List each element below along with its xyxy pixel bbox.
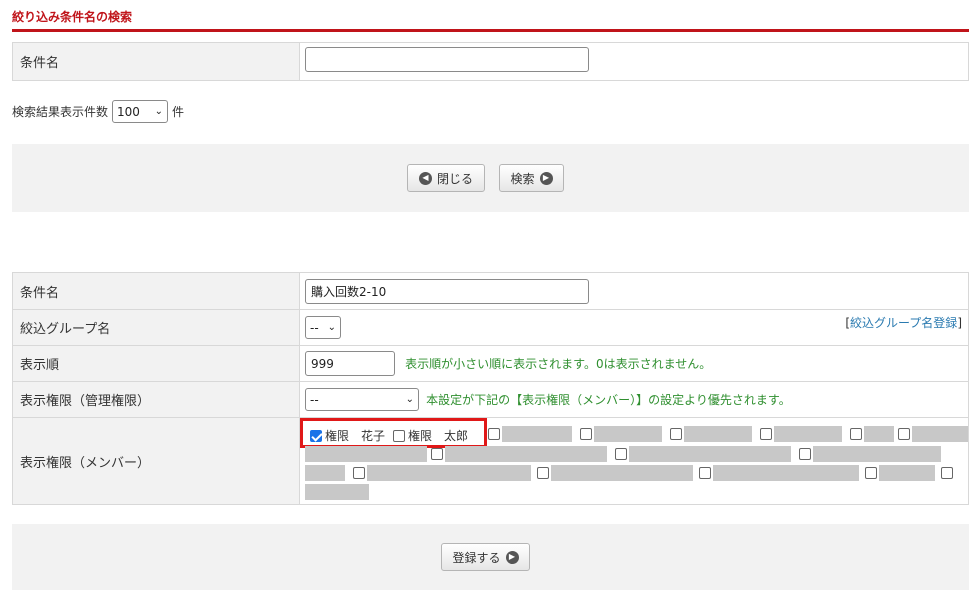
- member-checkbox[interactable]: [580, 428, 592, 440]
- redacted-name: [367, 465, 531, 481]
- redacted-name: [912, 426, 968, 442]
- group-register-link[interactable]: 絞込グループ名登録: [850, 316, 957, 330]
- display-order-hint: 表示順が小さい順に表示されます。0は表示されません。: [405, 356, 712, 371]
- member-checkbox[interactable]: [488, 428, 500, 440]
- member-permission-label: 表示権限（メンバー）: [12, 417, 300, 505]
- search-button[interactable]: 検索 ▶: [499, 164, 564, 192]
- arrow-right-icon: ▶: [539, 171, 553, 185]
- result-count-label: 検索結果表示件数: [12, 105, 109, 119]
- admin-permission-value: --: [310, 392, 319, 407]
- result-count-select[interactable]: 100 ⌄: [112, 100, 169, 123]
- member-checkbox[interactable]: [353, 467, 365, 479]
- member-checkbox[interactable]: [670, 428, 682, 440]
- redacted-name: [305, 446, 427, 462]
- admin-permission-select[interactable]: -- ⌄: [305, 388, 419, 411]
- redacted-members-row-3: [305, 465, 953, 481]
- group-name-label: 絞込グループ名: [12, 309, 300, 346]
- arrow-right-icon: ▶: [505, 550, 519, 564]
- member-checkbox[interactable]: [431, 448, 443, 460]
- redacted-name: [713, 465, 859, 481]
- member-checkbox[interactable]: [799, 448, 811, 460]
- chevron-down-icon: ⌄: [327, 322, 336, 333]
- redacted-name: [864, 426, 894, 442]
- search-form-table: 条件名: [12, 42, 969, 81]
- admin-permission-label: 表示権限（管理権限）: [12, 381, 300, 418]
- register-button-bar: 登録する ▶: [12, 524, 969, 590]
- member-checkbox[interactable]: [898, 428, 910, 440]
- member-checkbox[interactable]: [760, 428, 772, 440]
- redacted-members-row-2: [305, 446, 941, 462]
- member-checkbox[interactable]: [699, 467, 711, 479]
- redacted-members-row-4: [305, 484, 369, 500]
- bracket-close: ]: [957, 316, 962, 330]
- admin-permission-hint: 本設定が下記の【表示権限（メンバー）】の設定より優先されます。: [426, 392, 791, 407]
- search-button-bar: ◀ 閉じる 検索 ▶: [12, 144, 969, 212]
- redacted-name: [551, 465, 693, 481]
- redacted-name: [629, 446, 791, 462]
- result-count-value: 100: [117, 104, 140, 119]
- member-checkbox-taro[interactable]: [393, 429, 406, 442]
- member-checkbox-hanako[interactable]: [310, 429, 322, 442]
- group-select-value: --: [310, 320, 319, 335]
- search-button-label: 検索: [510, 171, 535, 186]
- result-count-row: 検索結果表示件数 100 ⌄ 件: [12, 100, 184, 123]
- member-checkbox[interactable]: [941, 467, 953, 479]
- member-permission-cell: 権限 花子 権限 太郎: [299, 417, 969, 505]
- search-condition-label: 条件名: [12, 42, 300, 81]
- redacted-name: [879, 465, 935, 481]
- close-button[interactable]: ◀ 閉じる: [407, 164, 485, 192]
- condition-name-label: 条件名: [12, 272, 300, 310]
- redacted-name: [684, 426, 752, 442]
- member-label-hanako: 権限 花子: [325, 429, 386, 443]
- display-order-label: 表示順: [12, 345, 300, 382]
- search-condition-input[interactable]: [305, 47, 589, 72]
- group-select[interactable]: -- ⌄: [305, 316, 341, 339]
- title-divider: [12, 29, 969, 32]
- register-button-label: 登録する: [452, 550, 501, 565]
- condition-name-input[interactable]: 購入回数2-10: [305, 278, 589, 304]
- result-count-unit: 件: [172, 105, 185, 119]
- arrow-left-icon: ◀: [418, 171, 432, 185]
- member-checkbox[interactable]: [537, 467, 549, 479]
- member-checkbox[interactable]: [865, 467, 877, 479]
- redacted-name: [305, 465, 345, 481]
- group-register-link-wrap: [絞込グループ名登録]: [845, 314, 962, 331]
- search-section-title: 絞り込み条件名の検索: [12, 10, 133, 24]
- redacted-name: [813, 446, 941, 462]
- chevron-down-icon: ⌄: [154, 106, 164, 117]
- member-checkbox[interactable]: [850, 428, 862, 440]
- display-order-input[interactable]: 999: [305, 351, 395, 376]
- member-checkbox[interactable]: [615, 448, 627, 460]
- condition-edit-table: 条件名 購入回数2-10 絞込グループ名 -- ⌄ [絞込グループ名登録] 表示…: [12, 272, 969, 505]
- member-list: 権限 花子 権限 太郎: [310, 427, 468, 444]
- redacted-name: [305, 484, 369, 500]
- chevron-down-icon: ⌄: [405, 394, 414, 405]
- redacted-name: [594, 426, 662, 442]
- member-label-taro: 権限 太郎: [408, 429, 469, 443]
- close-button-label: 閉じる: [436, 171, 473, 186]
- redacted-name: [445, 446, 607, 462]
- redacted-name: [774, 426, 842, 442]
- redacted-name: [502, 426, 572, 442]
- redacted-members-row-1: [488, 426, 968, 442]
- register-button[interactable]: 登録する ▶: [441, 543, 530, 571]
